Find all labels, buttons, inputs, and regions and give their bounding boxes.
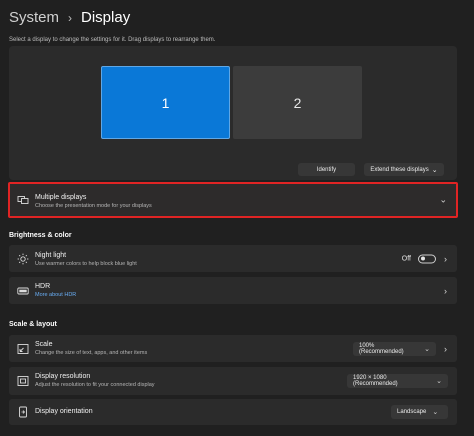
scale-title: Scale bbox=[35, 341, 53, 348]
orientation-icon bbox=[19, 406, 27, 418]
chevron-down-icon: ⌄ bbox=[424, 345, 430, 353]
scale-row[interactable]: Scale Change the size of text, apps, and… bbox=[9, 335, 457, 362]
display-arrangement-panel: 1 2 Identify Extend these displays ⌄ bbox=[9, 46, 457, 180]
chevron-down-icon: ⌄ bbox=[439, 194, 447, 205]
display-orientation-dropdown[interactable]: Landscape ⌄ bbox=[391, 405, 448, 419]
multiple-displays-icon bbox=[17, 196, 29, 204]
display-mode-dropdown[interactable]: Extend these displays ⌄ bbox=[364, 163, 444, 176]
display-resolution-row: Display resolution Adjust the resolution… bbox=[9, 367, 457, 395]
monitor-2-tile[interactable]: 2 bbox=[233, 66, 362, 139]
brightness-icon bbox=[17, 253, 29, 264]
brightness-color-heading: Brightness & color bbox=[9, 232, 72, 239]
scale-dropdown[interactable]: 100% (Recommended) ⌄ bbox=[353, 341, 436, 356]
breadcrumb-system[interactable]: System bbox=[9, 9, 59, 26]
scale-subtitle: Change the size of text, apps, and other… bbox=[35, 350, 148, 356]
night-light-state: Off bbox=[401, 255, 411, 262]
multiple-displays-row[interactable]: Multiple displays Choose the presentatio… bbox=[9, 183, 457, 217]
multiple-displays-subtitle: Choose the presentation mode for your di… bbox=[35, 203, 152, 209]
display-resolution-title: Display resolution bbox=[35, 373, 91, 380]
identify-button[interactable]: Identify bbox=[298, 163, 355, 176]
more-about-hdr-link[interactable]: More about HDR bbox=[35, 292, 76, 298]
resolution-icon bbox=[17, 376, 29, 386]
chevron-right-icon: › bbox=[444, 253, 447, 264]
chevron-down-icon: ⌄ bbox=[431, 166, 438, 174]
display-orientation-row: Display orientation Landscape ⌄ bbox=[9, 399, 457, 425]
display-resolution-dropdown[interactable]: 1920 × 1080 (Recommended) ⌄ bbox=[347, 374, 448, 388]
hdr-title: HDR bbox=[35, 283, 51, 290]
chevron-right-icon: › bbox=[444, 285, 447, 296]
page-title: Display bbox=[81, 9, 131, 26]
hdr-icon bbox=[17, 287, 29, 294]
breadcrumb: System › Display bbox=[9, 9, 130, 26]
breadcrumb-separator: › bbox=[68, 10, 73, 25]
night-light-title: Night light bbox=[35, 252, 67, 259]
display-resolution-subtitle: Adjust the resolution to fit your connec… bbox=[35, 382, 155, 388]
identify-button-label: Identify bbox=[316, 166, 337, 173]
display-resolution-value: 1920 × 1080 (Recommended) bbox=[353, 375, 398, 387]
toggle-knob bbox=[421, 256, 425, 261]
display-orientation-value: Landscape bbox=[397, 409, 427, 415]
scale-layout-heading: Scale & layout bbox=[9, 321, 57, 328]
night-light-subtitle: Use warmer colors to help block blue lig… bbox=[35, 261, 137, 267]
night-light-toggle[interactable] bbox=[418, 254, 436, 263]
display-orientation-title: Display orientation bbox=[35, 408, 93, 415]
chevron-right-icon: › bbox=[444, 343, 447, 354]
hdr-row[interactable]: HDR More about HDR › bbox=[9, 277, 457, 304]
chevron-down-icon: ⌄ bbox=[432, 409, 439, 416]
scale-value: 100% (Recommended) bbox=[359, 342, 404, 355]
arrangement-instructions: Select a display to change the settings … bbox=[9, 37, 216, 43]
scale-icon bbox=[17, 343, 29, 354]
monitor-1-tile[interactable]: 1 bbox=[101, 66, 230, 139]
display-mode-value: Extend these displays bbox=[370, 166, 429, 173]
chevron-down-icon: ⌄ bbox=[436, 378, 442, 385]
multiple-displays-title: Multiple displays bbox=[35, 194, 87, 201]
night-light-row[interactable]: Night light Use warmer colors to help bl… bbox=[9, 245, 457, 272]
